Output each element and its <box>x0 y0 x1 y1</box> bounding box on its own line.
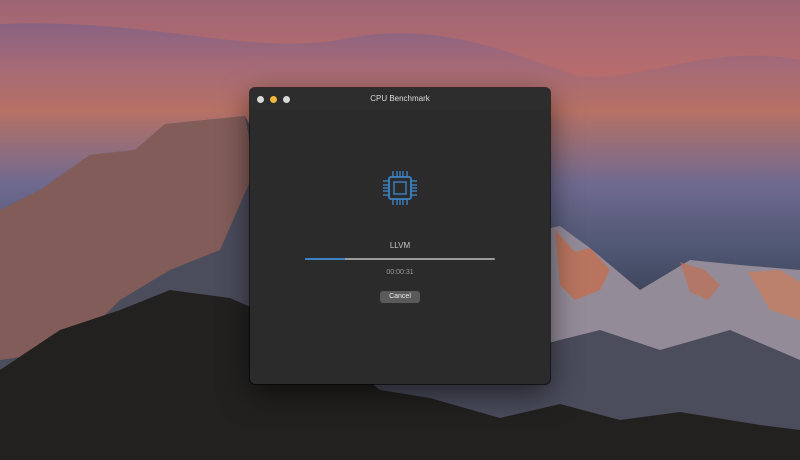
cpu-chip-icon <box>380 168 420 208</box>
window-title: CPU Benchmark <box>370 94 430 103</box>
title-bar[interactable]: CPU Benchmark <box>250 88 550 110</box>
progress-bar-fill <box>305 258 345 260</box>
current-task-label: LLVM <box>389 241 411 250</box>
progress-bar <box>305 258 495 260</box>
cancel-button[interactable]: Cancel <box>380 291 420 303</box>
benchmark-window: CPU Benchmark LLVM 00:00:31 Cancel <box>250 88 550 384</box>
elapsed-time: 00:00:31 <box>386 269 414 276</box>
